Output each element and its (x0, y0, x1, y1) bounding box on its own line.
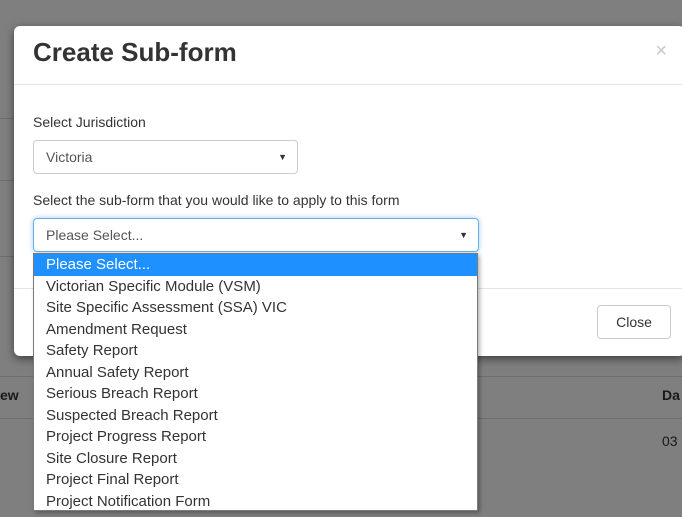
dropdown-option[interactable]: Amendment Request (34, 319, 477, 341)
close-button[interactable]: Close (597, 305, 671, 339)
modal-header: Create Sub-form × (14, 26, 682, 85)
dropdown-option[interactable]: Project Final Report (34, 469, 477, 491)
dropdown-option[interactable]: Victorian Specific Module (VSM) (34, 276, 477, 298)
subform-value: Please Select... (46, 227, 144, 243)
jurisdiction-value: Victoria (46, 149, 93, 165)
dropdown-option[interactable]: Project Notification Form (34, 491, 477, 513)
dropdown-option[interactable]: Annual Safety Report (34, 362, 477, 384)
subform-select[interactable]: Please Select... ▼ (33, 218, 479, 252)
subform-label: Select the sub-form that you would like … (33, 192, 400, 208)
close-icon[interactable]: × (655, 40, 667, 63)
dropdown-option[interactable]: Project Progress Report (34, 426, 477, 448)
dropdown-option[interactable]: Safety Report (34, 340, 477, 362)
dropdown-option[interactable]: Serious Breach Report (34, 383, 477, 405)
dropdown-option[interactable]: Site Specific Assessment (SSA) VIC (34, 297, 477, 319)
subform-dropdown-list: Please Select... Victorian Specific Modul… (33, 253, 478, 511)
dropdown-option[interactable]: Suspected Breach Report (34, 405, 477, 427)
chevron-down-icon: ▼ (278, 152, 287, 162)
chevron-down-icon: ▼ (459, 230, 468, 240)
jurisdiction-select[interactable]: Victoria ▼ (33, 140, 298, 174)
modal-title: Create Sub-form (33, 37, 237, 67)
dropdown-option[interactable]: Site Closure Report (34, 448, 477, 470)
jurisdiction-label: Select Jurisdiction (33, 114, 146, 130)
dropdown-option[interactable]: Please Select... (34, 254, 477, 276)
